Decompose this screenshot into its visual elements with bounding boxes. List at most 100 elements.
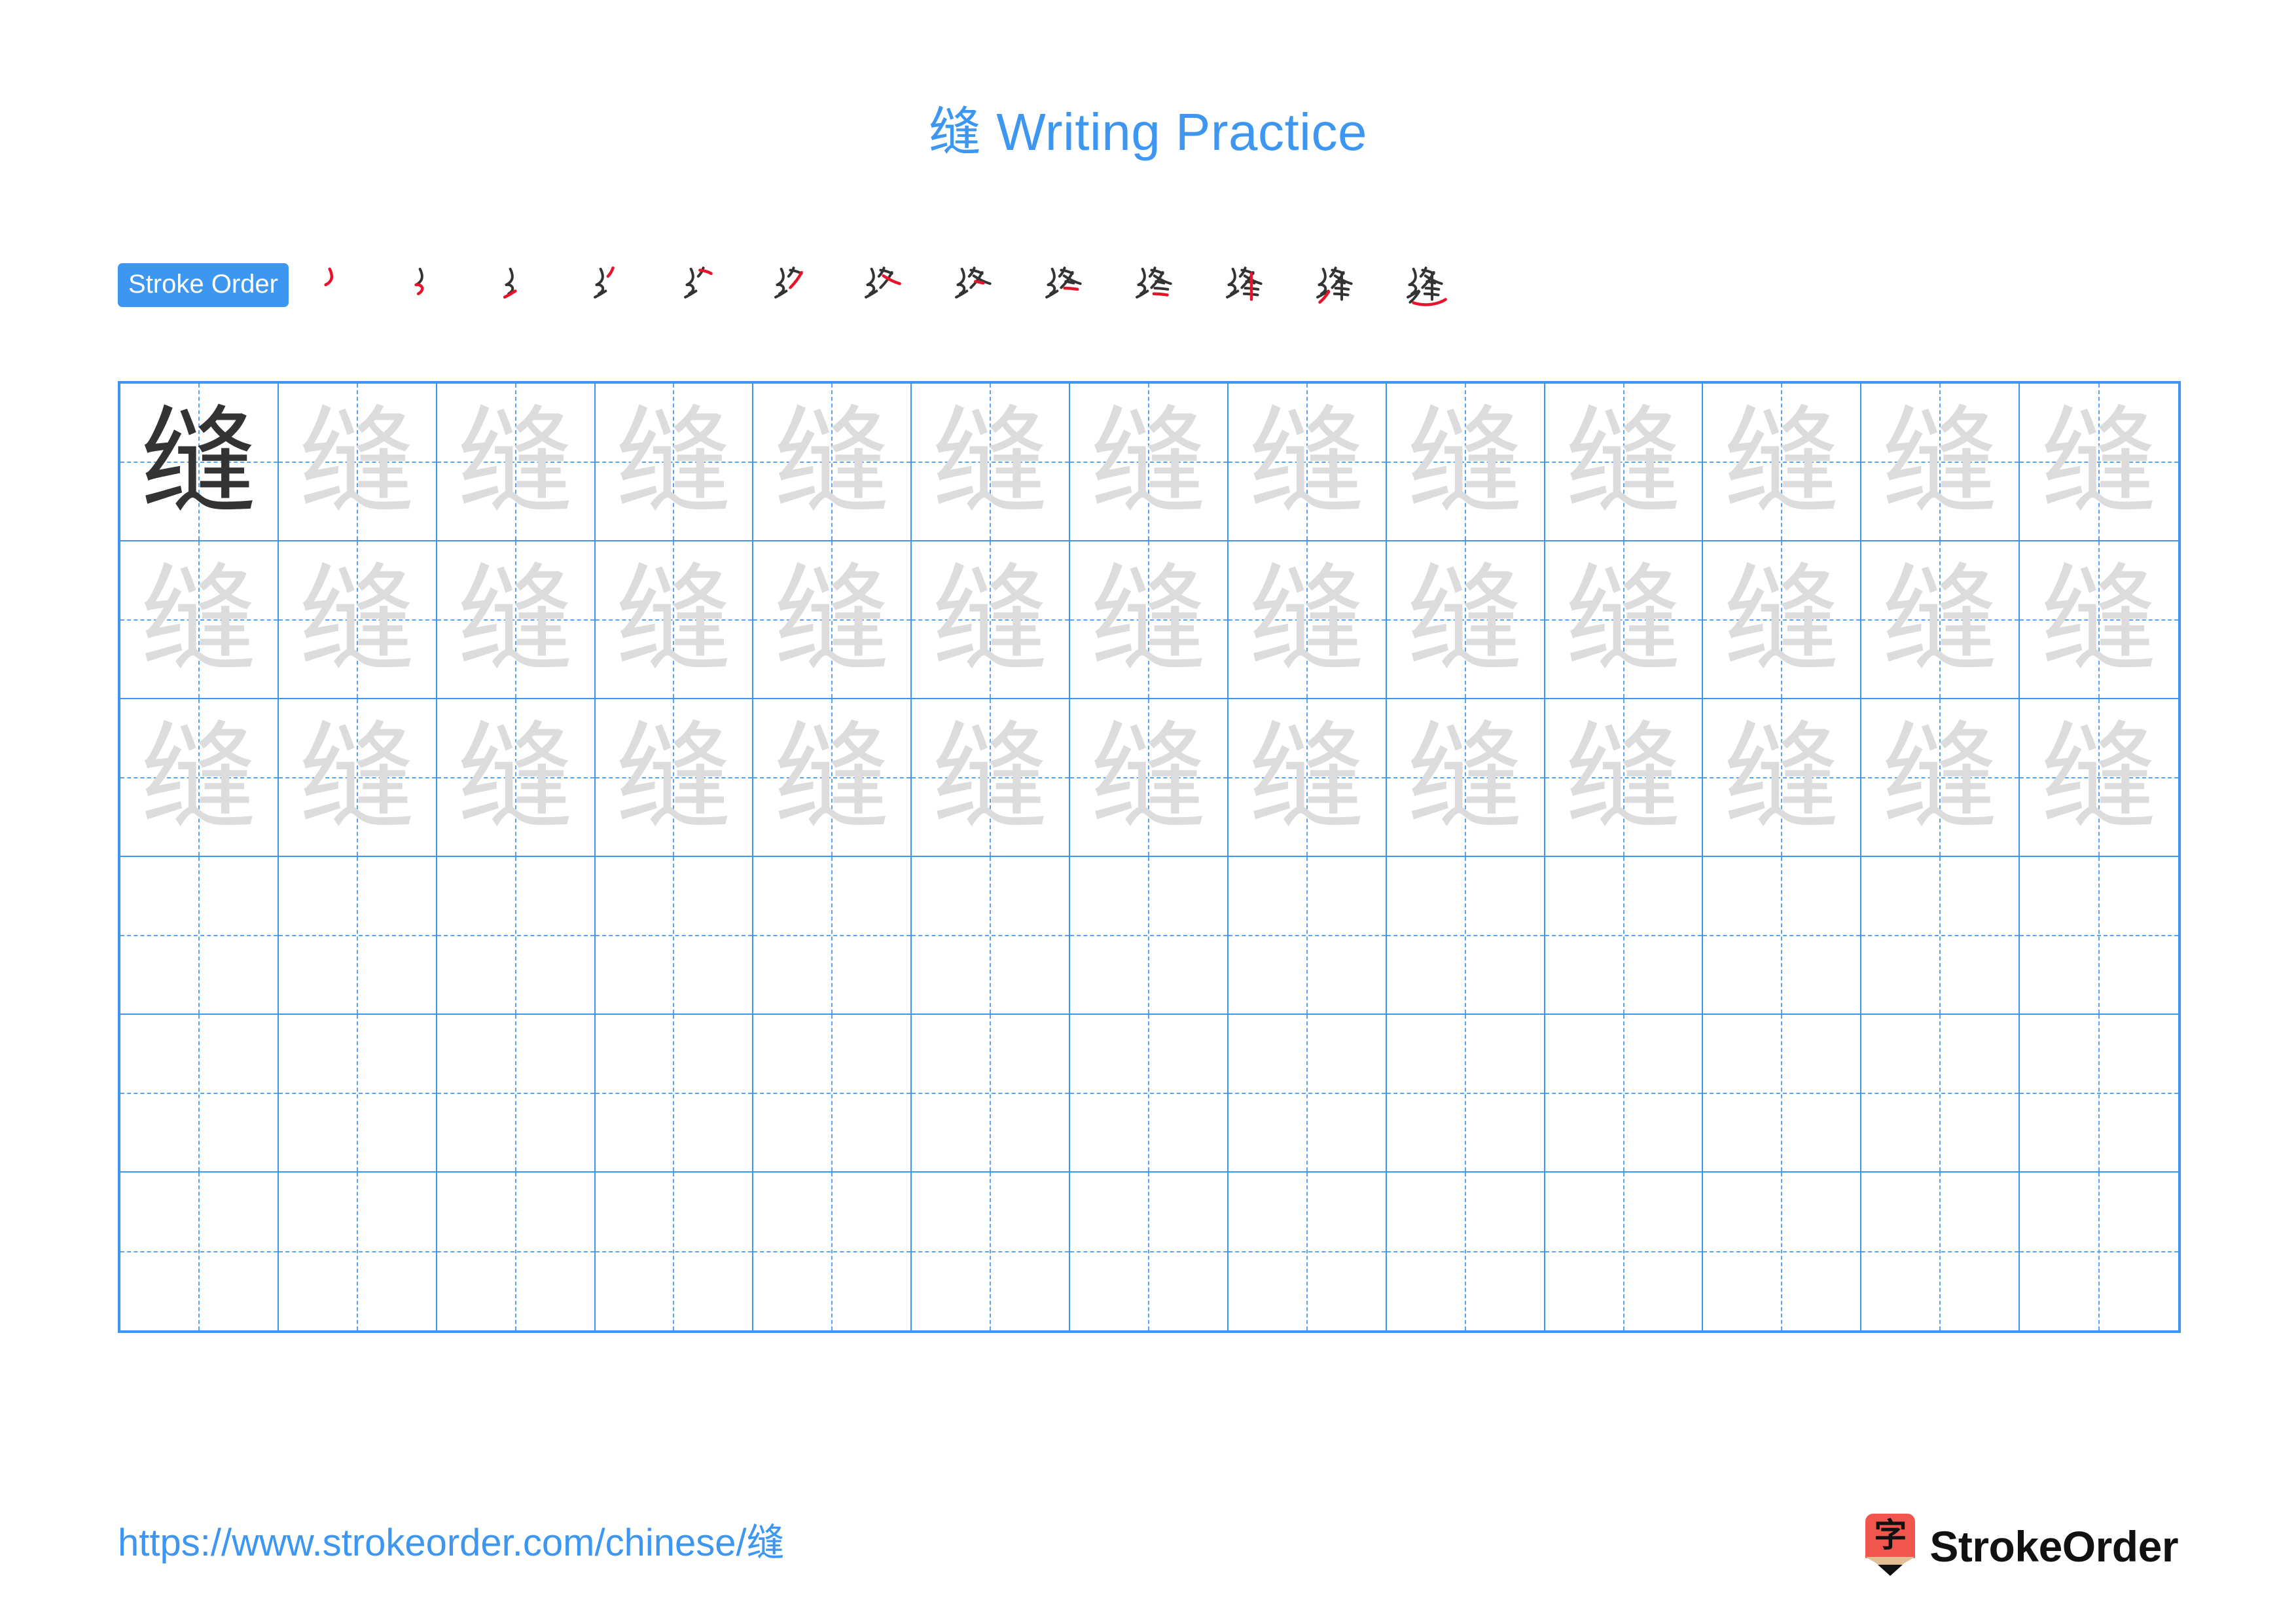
practice-cell-r6-c7[interactable] (1070, 1173, 1229, 1330)
practice-cell-r2-c6[interactable]: 缝 (912, 541, 1071, 699)
practice-cell-r3-c3[interactable]: 缝 (437, 699, 596, 857)
tracing-character: 缝 (774, 551, 891, 687)
practice-cell-r3-c10[interactable]: 缝 (1545, 699, 1704, 857)
tracing-character: 缝 (1882, 393, 1999, 530)
source-url[interactable]: https://www.strokeorder.com/chinese/缝 (118, 1524, 785, 1562)
practice-cell-r4-c3[interactable] (437, 857, 596, 1015)
practice-cell-r5-c2[interactable] (278, 1015, 437, 1173)
practice-cell-r5-c1[interactable] (120, 1015, 279, 1173)
practice-cell-r6-c2[interactable] (279, 1173, 437, 1330)
practice-cell-r2-c5[interactable]: 缝 (753, 541, 912, 699)
stroke-existing (414, 267, 423, 286)
model-character: 缝 (140, 393, 257, 530)
tracing-character: 缝 (615, 709, 732, 845)
practice-cell-r4-c9[interactable] (1386, 857, 1545, 1015)
tracing-character: 缝 (932, 551, 1049, 687)
stroke-new (1412, 298, 1447, 306)
practice-cell-r3-c9[interactable]: 缝 (1386, 699, 1545, 857)
practice-cell-r5-c3[interactable] (437, 1015, 596, 1173)
tracing-character: 缝 (932, 709, 1049, 845)
stroke-existing (1064, 280, 1075, 285)
practice-cell-r1-c8[interactable]: 缝 (1228, 384, 1387, 541)
practice-cell-r2-c7[interactable]: 缝 (1070, 541, 1229, 699)
practice-cell-r6-c13[interactable] (2020, 1173, 2178, 1330)
stroke-existing (1408, 267, 1417, 286)
tracing-character: 缝 (457, 551, 574, 687)
practice-cell-r1-c7[interactable]: 缝 (1070, 384, 1229, 541)
practice-cell-r2-c8[interactable]: 缝 (1228, 541, 1387, 699)
practice-cell-r2-c12[interactable]: 缝 (1861, 541, 2020, 699)
practice-cell-r4-c10[interactable] (1545, 857, 1704, 1015)
practice-cell-r6-c10[interactable] (1545, 1173, 1704, 1330)
practice-cell-r2-c13[interactable]: 缝 (2020, 541, 2178, 699)
practice-cell-r3-c2[interactable]: 缝 (278, 699, 437, 857)
practice-cell-r1-c2[interactable]: 缝 (278, 384, 437, 541)
practice-cell-r4-c4[interactable] (595, 857, 754, 1015)
practice-cell-r3-c11[interactable]: 缝 (1703, 699, 1862, 857)
practice-cell-r6-c4[interactable] (596, 1173, 754, 1330)
practice-cell-r4-c5[interactable] (753, 857, 912, 1015)
practice-cell-r1-c10[interactable]: 缝 (1545, 384, 1704, 541)
practice-cell-r4-c12[interactable] (1861, 857, 2020, 1015)
practice-cell-r5-c12[interactable] (1861, 1015, 2020, 1173)
practice-cell-r5-c7[interactable] (1070, 1015, 1229, 1173)
practice-cell-r3-c1[interactable]: 缝 (120, 699, 279, 857)
practice-cell-r6-c12[interactable] (1861, 1173, 2020, 1330)
stroke-order-sequence (299, 257, 1473, 313)
practice-cell-r2-c2[interactable]: 缝 (278, 541, 437, 699)
stroke-existing (505, 267, 514, 286)
practice-cell-r5-c11[interactable] (1703, 1015, 1862, 1173)
practice-cell-r6-c9[interactable] (1387, 1173, 1545, 1330)
practice-cell-r5-c10[interactable] (1545, 1015, 1704, 1173)
practice-cell-r3-c13[interactable]: 缝 (2020, 699, 2178, 857)
practice-cell-r2-c10[interactable]: 缝 (1545, 541, 1704, 699)
practice-cell-r2-c1[interactable]: 缝 (120, 541, 279, 699)
practice-cell-r3-c12[interactable]: 缝 (1861, 699, 2020, 857)
practice-cell-r6-c6[interactable] (912, 1173, 1071, 1330)
practice-cell-r6-c8[interactable] (1229, 1173, 1387, 1330)
practice-cell-r1-c5[interactable]: 缝 (753, 384, 912, 541)
tracing-character: 缝 (615, 551, 732, 687)
practice-cell-r6-c1[interactable] (120, 1173, 279, 1330)
practice-cell-r4-c7[interactable] (1070, 857, 1229, 1015)
practice-cell-r4-c6[interactable] (912, 857, 1071, 1015)
stroke-step-5 (660, 257, 751, 313)
practice-cell-r4-c1[interactable] (120, 857, 279, 1015)
practice-cell-r2-c4[interactable]: 缝 (595, 541, 754, 699)
practice-cell-r4-c8[interactable] (1228, 857, 1387, 1015)
practice-cell-r5-c4[interactable] (595, 1015, 754, 1173)
practice-cell-r5-c9[interactable] (1386, 1015, 1545, 1173)
stroke-new (606, 266, 615, 278)
stroke-new (789, 270, 803, 289)
practice-cell-r4-c2[interactable] (278, 857, 437, 1015)
practice-cell-r5-c6[interactable] (912, 1015, 1071, 1173)
practice-cell-r3-c7[interactable]: 缝 (1070, 699, 1229, 857)
practice-cell-r1-c3[interactable]: 缝 (437, 384, 596, 541)
practice-cell-r2-c11[interactable]: 缝 (1703, 541, 1862, 699)
practice-cell-r1-c6[interactable]: 缝 (912, 384, 1071, 541)
practice-cell-r3-c4[interactable]: 缝 (595, 699, 754, 857)
practice-cell-r4-c13[interactable] (2020, 857, 2178, 1015)
tracing-character: 缝 (1723, 709, 1840, 845)
practice-cell-r1-c4[interactable]: 缝 (595, 384, 754, 541)
practice-cell-r1-c12[interactable]: 缝 (1861, 384, 2020, 541)
practice-cell-r3-c5[interactable]: 缝 (753, 699, 912, 857)
practice-cell-r3-c8[interactable]: 缝 (1228, 699, 1387, 857)
practice-cell-r2-c3[interactable]: 缝 (437, 541, 596, 699)
practice-cell-r6-c11[interactable] (1703, 1173, 1862, 1330)
practice-cell-r1-c13[interactable]: 缝 (2020, 384, 2178, 541)
practice-cell-r6-c5[interactable] (753, 1173, 912, 1330)
practice-cell-r3-c6[interactable]: 缝 (912, 699, 1071, 857)
practice-cell-r1-c1[interactable]: 缝 (120, 384, 279, 541)
practice-cell-r4-c11[interactable] (1703, 857, 1862, 1015)
source-url-text: https://www.strokeorder.com/chinese/缝 (118, 1522, 785, 1564)
practice-cell-r5-c13[interactable] (2020, 1015, 2178, 1173)
practice-cell-r5-c5[interactable] (753, 1015, 912, 1173)
brand-logo-group: 字 StrokeOrder (1865, 1514, 2178, 1579)
practice-cell-r5-c8[interactable] (1228, 1015, 1387, 1173)
practice-cell-r1-c9[interactable]: 缝 (1386, 384, 1545, 541)
stroke-step-10 (1112, 257, 1202, 313)
practice-cell-r1-c11[interactable]: 缝 (1703, 384, 1862, 541)
practice-cell-r6-c3[interactable] (437, 1173, 596, 1330)
practice-cell-r2-c9[interactable]: 缝 (1386, 541, 1545, 699)
